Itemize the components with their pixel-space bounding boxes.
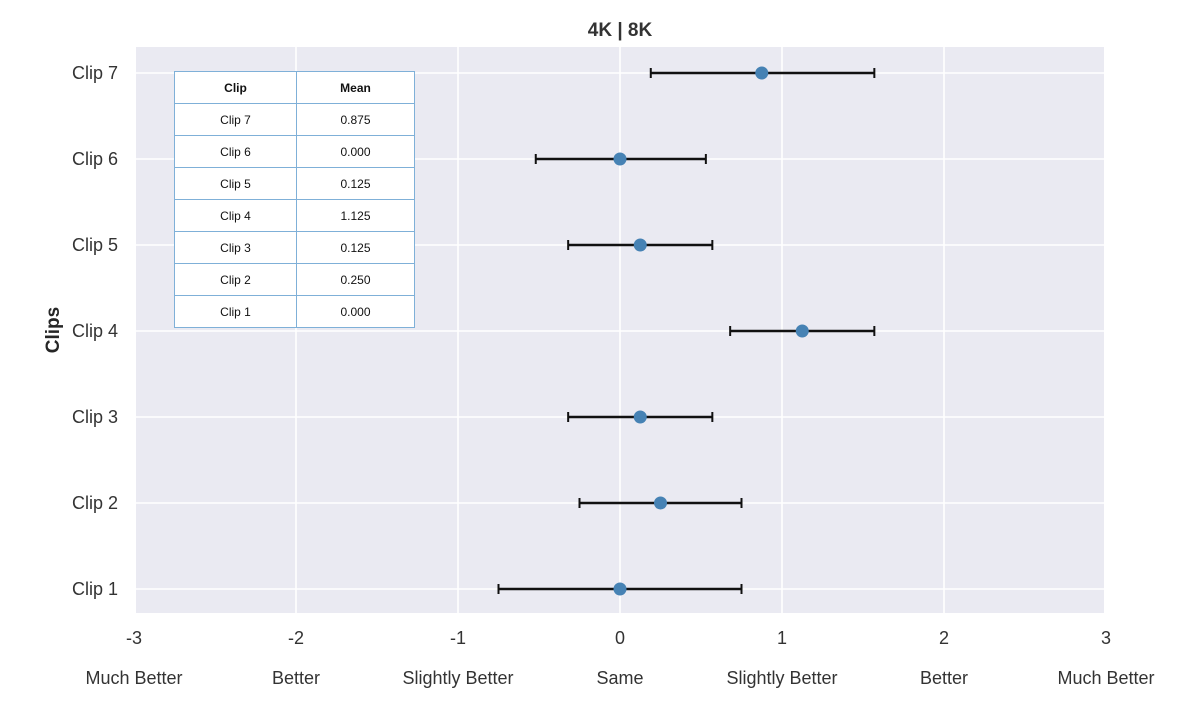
y-tick-label: Clip 4 <box>72 321 118 341</box>
table-row: Clip 2 0.250 <box>174 263 415 296</box>
cell-clip: Clip 6 <box>174 135 297 168</box>
chart-title: 4K | 8K <box>588 20 653 41</box>
y-tick-label: Clip 5 <box>72 235 118 255</box>
table-row: Clip 6 0.000 <box>174 135 415 168</box>
data-point <box>755 66 769 80</box>
data-point <box>633 238 647 252</box>
x-tick-labels: -3 -2 -1 0 1 2 3 <box>126 628 1111 648</box>
x-category-label: Much Better <box>85 668 182 688</box>
x-category-label: Same <box>596 668 643 688</box>
cell-clip: Clip 4 <box>174 199 297 232</box>
header-clip: Clip <box>174 71 297 104</box>
x-category-label: Better <box>920 668 968 688</box>
table-row: Clip 5 0.125 <box>174 167 415 200</box>
y-tick-label: Clip 6 <box>72 149 118 169</box>
y-tick-label: Clip 3 <box>72 407 118 427</box>
cell-clip: Clip 2 <box>174 263 297 296</box>
cell-clip: Clip 1 <box>174 295 297 328</box>
cell-mean: 0.875 <box>296 103 415 136</box>
table-header-row: Clip Mean <box>174 71 415 104</box>
x-category-label: Better <box>272 668 320 688</box>
cell-clip: Clip 3 <box>174 231 297 264</box>
data-point <box>654 496 667 510</box>
x-tick-label: 2 <box>939 628 949 648</box>
cell-clip: Clip 7 <box>174 103 297 136</box>
y-tick-labels: Clip 7 Clip 6 Clip 5 Clip 4 Clip 3 Clip 2 Clip… <box>72 63 118 599</box>
x-category-label: Slightly Better <box>726 668 837 688</box>
table-row: Clip 7 0.875 <box>174 103 415 136</box>
y-axis-label: Clips <box>43 307 64 353</box>
table-row: Clip 1 0.000 <box>174 295 415 328</box>
data-point <box>795 324 809 338</box>
data-point <box>633 410 647 424</box>
header-mean: Mean <box>296 71 415 104</box>
inset-stats-table: Clip Mean Clip 7 0.875 Clip 6 0.000 Clip 5… <box>174 71 415 328</box>
y-tick-label: Clip 1 <box>72 579 118 599</box>
table-row: Clip 4 1.125 <box>174 199 415 232</box>
cell-mean: 0.125 <box>296 231 415 264</box>
x-tick-label: 3 <box>1101 628 1111 648</box>
cell-clip: Clip 5 <box>174 167 297 200</box>
cell-mean: 0.250 <box>296 263 415 296</box>
x-category-label: Slightly Better <box>402 668 513 688</box>
data-point <box>613 152 627 166</box>
cell-mean: 1.125 <box>296 199 415 232</box>
y-tick-label: Clip 7 <box>72 63 118 83</box>
x-category-labels: Much Better Better Slightly Better Same Slig… <box>85 668 1154 688</box>
x-tick-label: -2 <box>288 628 304 648</box>
cell-mean: 0.000 <box>296 295 415 328</box>
y-tick-label: Clip 2 <box>72 493 118 513</box>
data-point <box>613 582 627 596</box>
table-row: Clip 3 0.125 <box>174 231 415 264</box>
x-category-label: Much Better <box>1057 668 1154 688</box>
cell-mean: 0.125 <box>296 167 415 200</box>
x-tick-label: 1 <box>777 628 787 648</box>
cell-mean: 0.000 <box>296 135 415 168</box>
x-tick-label: -3 <box>126 628 142 648</box>
x-tick-label: 0 <box>615 628 625 648</box>
x-tick-label: -1 <box>450 628 466 648</box>
